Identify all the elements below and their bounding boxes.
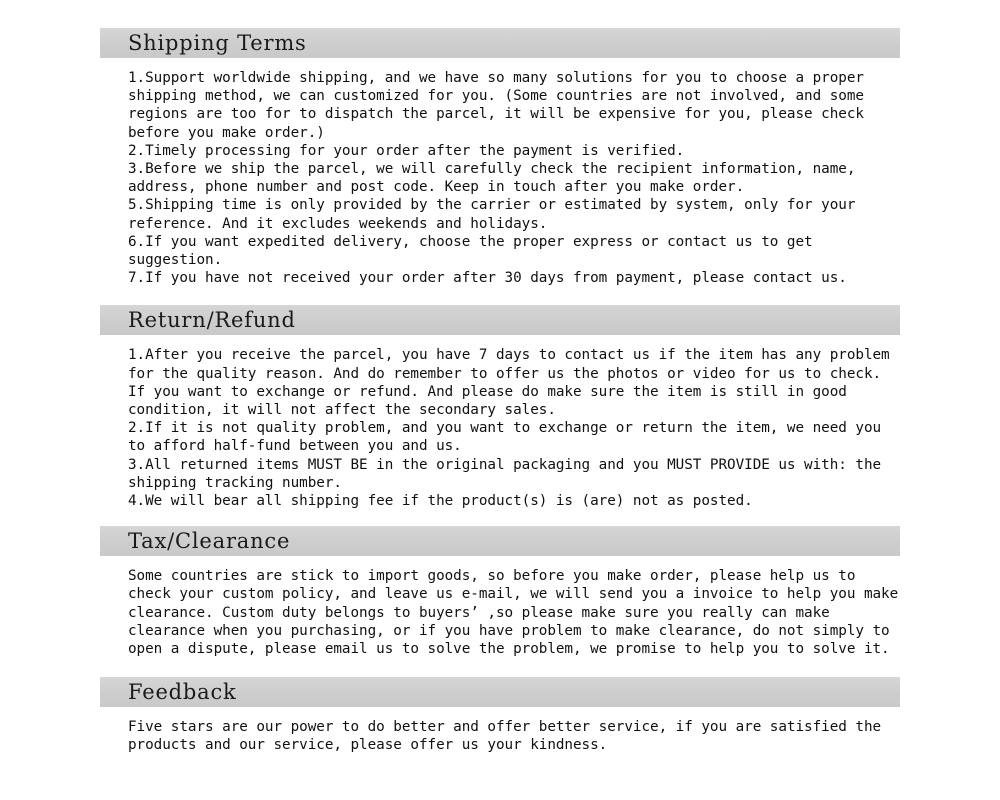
section-body-feedback: Five stars are our power to do better an… (128, 719, 890, 754)
section-title-feedback: Feedback (128, 680, 237, 705)
section-header-shipping-terms: Shipping Terms (100, 28, 900, 58)
section-body-return-refund: 1.After you receive the parcel, you have… (128, 347, 890, 510)
section-title-tax-clearance: Tax/Clearance (128, 529, 291, 554)
terms-document: Shipping Terms 1.Support worldwide shipp… (100, 28, 900, 755)
section-shipping-terms: Shipping Terms 1.Support worldwide shipp… (100, 28, 900, 287)
document-page: Shipping Terms 1.Support worldwide shipp… (0, 0, 1000, 800)
section-header-feedback: Feedback (100, 677, 900, 708)
section-header-return-refund: Return/Refund (100, 305, 900, 336)
section-header-tax-clearance: Tax/Clearance (100, 526, 900, 557)
section-feedback: Feedback Five stars are our power to do … (100, 677, 900, 754)
section-body-tax-clearance: Some countries are stick to import goods… (128, 568, 907, 658)
section-title-shipping-terms: Shipping Terms (128, 31, 307, 55)
section-return-refund: Return/Refund 1.After you receive the pa… (100, 305, 900, 510)
section-title-return-refund: Return/Refund (128, 308, 296, 333)
section-body-shipping-terms: 1.Support worldwide shipping, and we hav… (128, 70, 864, 287)
section-tax-clearance: Tax/Clearance Some countries are stick t… (100, 526, 900, 658)
